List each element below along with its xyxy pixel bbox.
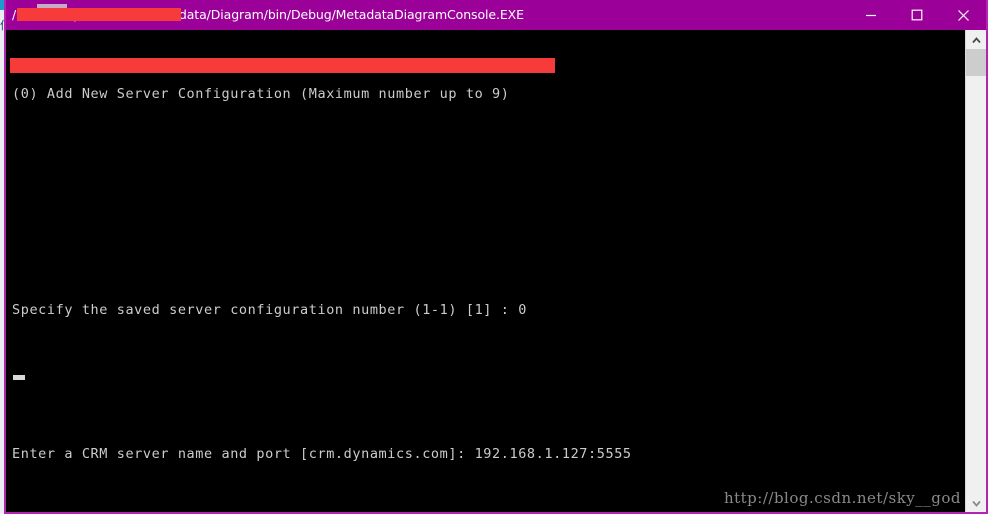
console-cursor <box>13 375 25 380</box>
console-body: (0) Add New Server Configuration (Maximu… <box>6 30 986 512</box>
chevron-down-icon <box>971 494 981 512</box>
scroll-up-button[interactable] <box>966 30 986 49</box>
vertical-scrollbar[interactable] <box>965 30 986 512</box>
scroll-down-button[interactable] <box>966 493 986 512</box>
console-window: /SDK/SampleCode/CS/Metadata/Diagram/bin/… <box>4 0 988 514</box>
screen: 何 /SDK/SampleCode/CS/Metadata/Diagram/bi… <box>0 0 988 514</box>
scrollbar-thumb[interactable] <box>966 49 986 76</box>
close-icon <box>957 9 970 22</box>
maximize-button[interactable] <box>894 0 940 30</box>
console-redaction-overlay <box>10 58 555 73</box>
console-line: Specify the saved server configuration n… <box>12 302 527 318</box>
maximize-icon <box>911 9 923 21</box>
console-output-area[interactable]: (0) Add New Server Configuration (Maximu… <box>6 30 965 512</box>
scrollbar-track[interactable] <box>966 49 986 493</box>
close-button[interactable] <box>940 0 986 30</box>
window-controls <box>848 0 986 30</box>
chevron-up-icon <box>971 31 981 49</box>
console-text: (0) Add New Server Configuration (Maximu… <box>12 34 965 512</box>
console-line: Enter a CRM server name and port [crm.dy… <box>12 446 632 462</box>
console-line: (0) Add New Server Configuration (Maximu… <box>12 86 510 102</box>
title-bar[interactable]: /SDK/SampleCode/CS/Metadata/Diagram/bin/… <box>6 0 986 30</box>
watermark: http://blog.csdn.net/sky__god <box>723 489 961 507</box>
minimize-button[interactable] <box>848 0 894 30</box>
minimize-icon <box>865 9 877 21</box>
title-redaction-overlay <box>17 8 181 21</box>
